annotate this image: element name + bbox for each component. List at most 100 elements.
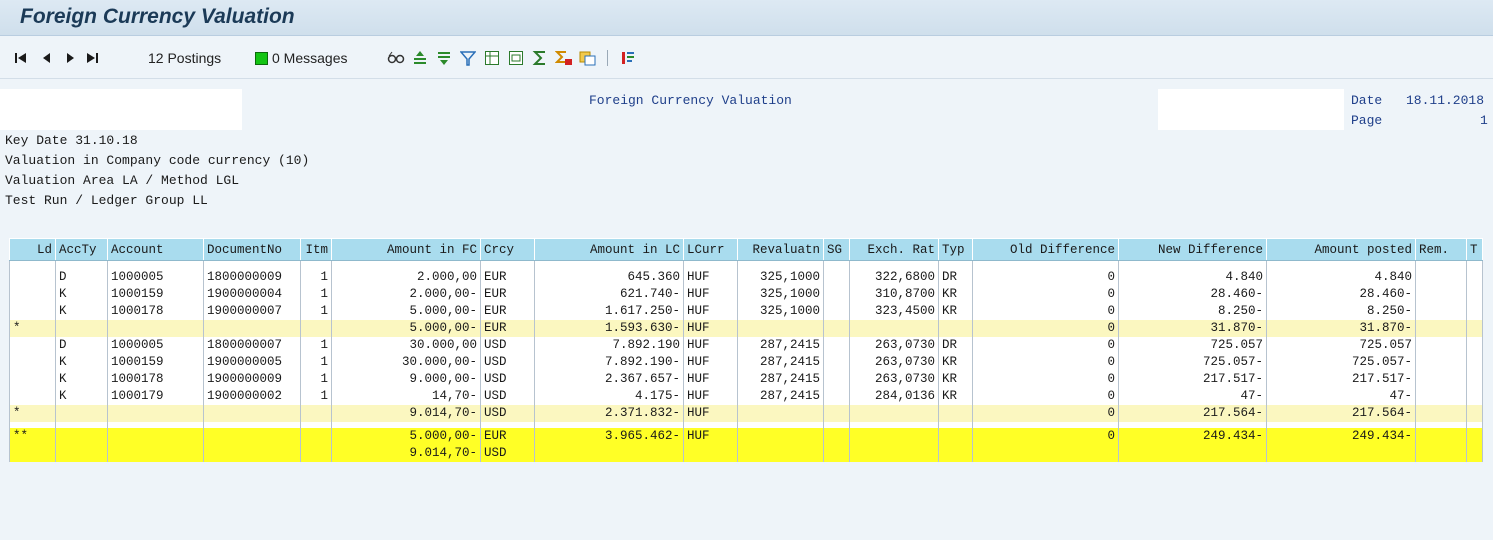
column-header[interactable]: SG — [823, 238, 850, 261]
first-page-icon[interactable] — [12, 48, 30, 68]
sort-descending-icon[interactable] — [434, 48, 454, 68]
table-row[interactable]: D 1000005 1800000007 1 30.000,00 USD 7.892.190… — [9, 336, 1483, 354]
table-cell: 30.000,00 — [331, 336, 481, 354]
table-row[interactable]: D 1000005 1800000009 1 2.000,00 EUR 645.360 HUF… — [9, 268, 1483, 286]
table-cell: 249.434- — [1266, 427, 1416, 445]
column-header[interactable]: Rem. — [1415, 238, 1467, 261]
table-cell — [1266, 444, 1416, 462]
prev-page-icon[interactable] — [38, 48, 56, 68]
glasses-icon[interactable] — [386, 48, 406, 68]
table-cell — [300, 404, 332, 422]
table-row[interactable]: K 1000159 1900000004 1 2.000,00- EUR 621.740- H… — [9, 285, 1483, 303]
table-cell — [300, 427, 332, 445]
layout-icon[interactable] — [578, 48, 598, 68]
table-cell: 5.000,00- — [331, 302, 481, 320]
spacer-cell — [1118, 260, 1267, 269]
postings-button[interactable]: 12 Postings — [148, 48, 221, 68]
table-cell — [849, 427, 939, 445]
table-cell: 0 — [972, 268, 1119, 286]
spacer-cell — [737, 260, 824, 269]
info-line: Valuation in Company code currency (10) — [5, 153, 310, 168]
column-header[interactable]: AccTy — [55, 238, 108, 261]
table-row[interactable]: K 1000159 1900000005 1 30.000,00- USD 7.892.19… — [9, 353, 1483, 371]
table-cell — [1466, 302, 1483, 320]
table-cell: 5.000,00- — [331, 319, 481, 337]
table-row[interactable]: K 1000178 1900000009 1 9.000,00- USD 2.367.657… — [9, 370, 1483, 388]
table-cell: D — [55, 336, 108, 354]
export-icon[interactable] — [482, 48, 502, 68]
table-cell: K — [55, 387, 108, 405]
spacer-cell — [849, 260, 939, 269]
table-cell: 0 — [972, 387, 1119, 405]
subtotal-row[interactable]: * 9.014,70- USD 2.371.832- HUF 0 217.564- 217.5… — [9, 404, 1483, 422]
column-header[interactable]: Amount in LC — [534, 238, 684, 261]
table-cell — [9, 370, 56, 388]
table-cell: 8.250- — [1266, 302, 1416, 320]
table-cell: EUR — [480, 427, 535, 445]
column-header[interactable]: New Difference — [1118, 238, 1267, 261]
total-row[interactable]: 9.014,70- USD — [9, 444, 1483, 462]
column-header[interactable]: Itm — [300, 238, 332, 261]
table-cell: 9.000,00- — [331, 370, 481, 388]
table-cell: 325,1000 — [737, 285, 824, 303]
filter-icon[interactable] — [458, 48, 478, 68]
column-header[interactable]: Revaluatn — [737, 238, 824, 261]
column-header[interactable]: Account — [107, 238, 204, 261]
spacer-cell — [1466, 260, 1483, 269]
column-header[interactable]: Typ — [938, 238, 973, 261]
page-title: Foreign Currency Valuation — [20, 5, 295, 28]
total-row[interactable]: ** 5.000,00- EUR 3.965.462- HUF 0 249.434- 249.… — [9, 427, 1483, 445]
next-page-icon[interactable] — [61, 48, 79, 68]
column-header[interactable]: Amount posted — [1266, 238, 1416, 261]
column-header[interactable]: Old Difference — [972, 238, 1119, 261]
table-cell: 0 — [972, 427, 1119, 445]
table-cell: HUF — [683, 353, 738, 371]
table-cell — [1415, 302, 1467, 320]
subtotal-icon[interactable] — [554, 48, 574, 68]
table-cell — [9, 285, 56, 303]
table-cell — [938, 444, 973, 462]
table-cell: 0 — [972, 285, 1119, 303]
column-header[interactable]: T — [1466, 238, 1483, 261]
table-cell — [534, 444, 684, 462]
messages-label: 0 Messages — [272, 50, 348, 66]
last-page-icon[interactable] — [83, 48, 101, 68]
table-cell: 1.617.250- — [534, 302, 684, 320]
table-cell: 725.057 — [1266, 336, 1416, 354]
table-cell — [823, 427, 850, 445]
table-cell — [1466, 387, 1483, 405]
table-cell — [1466, 353, 1483, 371]
column-header[interactable]: LCurr — [683, 238, 738, 261]
columns-icon[interactable] — [618, 48, 638, 68]
spacer-cell — [480, 260, 535, 269]
table-row[interactable]: K 1000178 1900000007 1 5.000,00- EUR 1.617.250… — [9, 302, 1483, 320]
table-cell — [823, 353, 850, 371]
table-row[interactable]: K 1000179 1900000002 1 14,70- USD 4.175- HUF 287… — [9, 387, 1483, 405]
table-cell: HUF — [683, 319, 738, 337]
sort-ascending-icon[interactable] — [410, 48, 430, 68]
table-cell: KR — [938, 387, 973, 405]
column-header[interactable]: Crcy — [480, 238, 535, 261]
sum-icon[interactable] — [530, 48, 550, 68]
report-header-title: Foreign Currency Valuation — [589, 93, 792, 108]
column-header[interactable]: Amount in FC — [331, 238, 481, 261]
subtotal-row[interactable]: * 5.000,00- EUR 1.593.630- HUF 0 31.870- 31.870… — [9, 319, 1483, 337]
table-cell — [1415, 404, 1467, 422]
table-cell: KR — [938, 353, 973, 371]
table-cell — [1415, 427, 1467, 445]
toolbar-separator — [607, 50, 608, 66]
table-cell — [1466, 336, 1483, 354]
table-cell: 1 — [300, 302, 332, 320]
column-header[interactable]: DocumentNo — [203, 238, 301, 261]
table-cell: 31.870- — [1118, 319, 1267, 337]
table-cell — [107, 444, 204, 462]
column-header[interactable]: Exch. Rat — [849, 238, 939, 261]
column-header[interactable]: Ld — [9, 238, 56, 261]
messages-button[interactable]: 0 Messages — [255, 48, 347, 68]
table-cell — [1415, 370, 1467, 388]
table-cell: HUF — [683, 387, 738, 405]
spacer-cell — [534, 260, 684, 269]
table-cell: 325,1000 — [737, 268, 824, 286]
info-line: Test Run / Ledger Group LL — [5, 193, 208, 208]
print-icon[interactable] — [506, 48, 526, 68]
